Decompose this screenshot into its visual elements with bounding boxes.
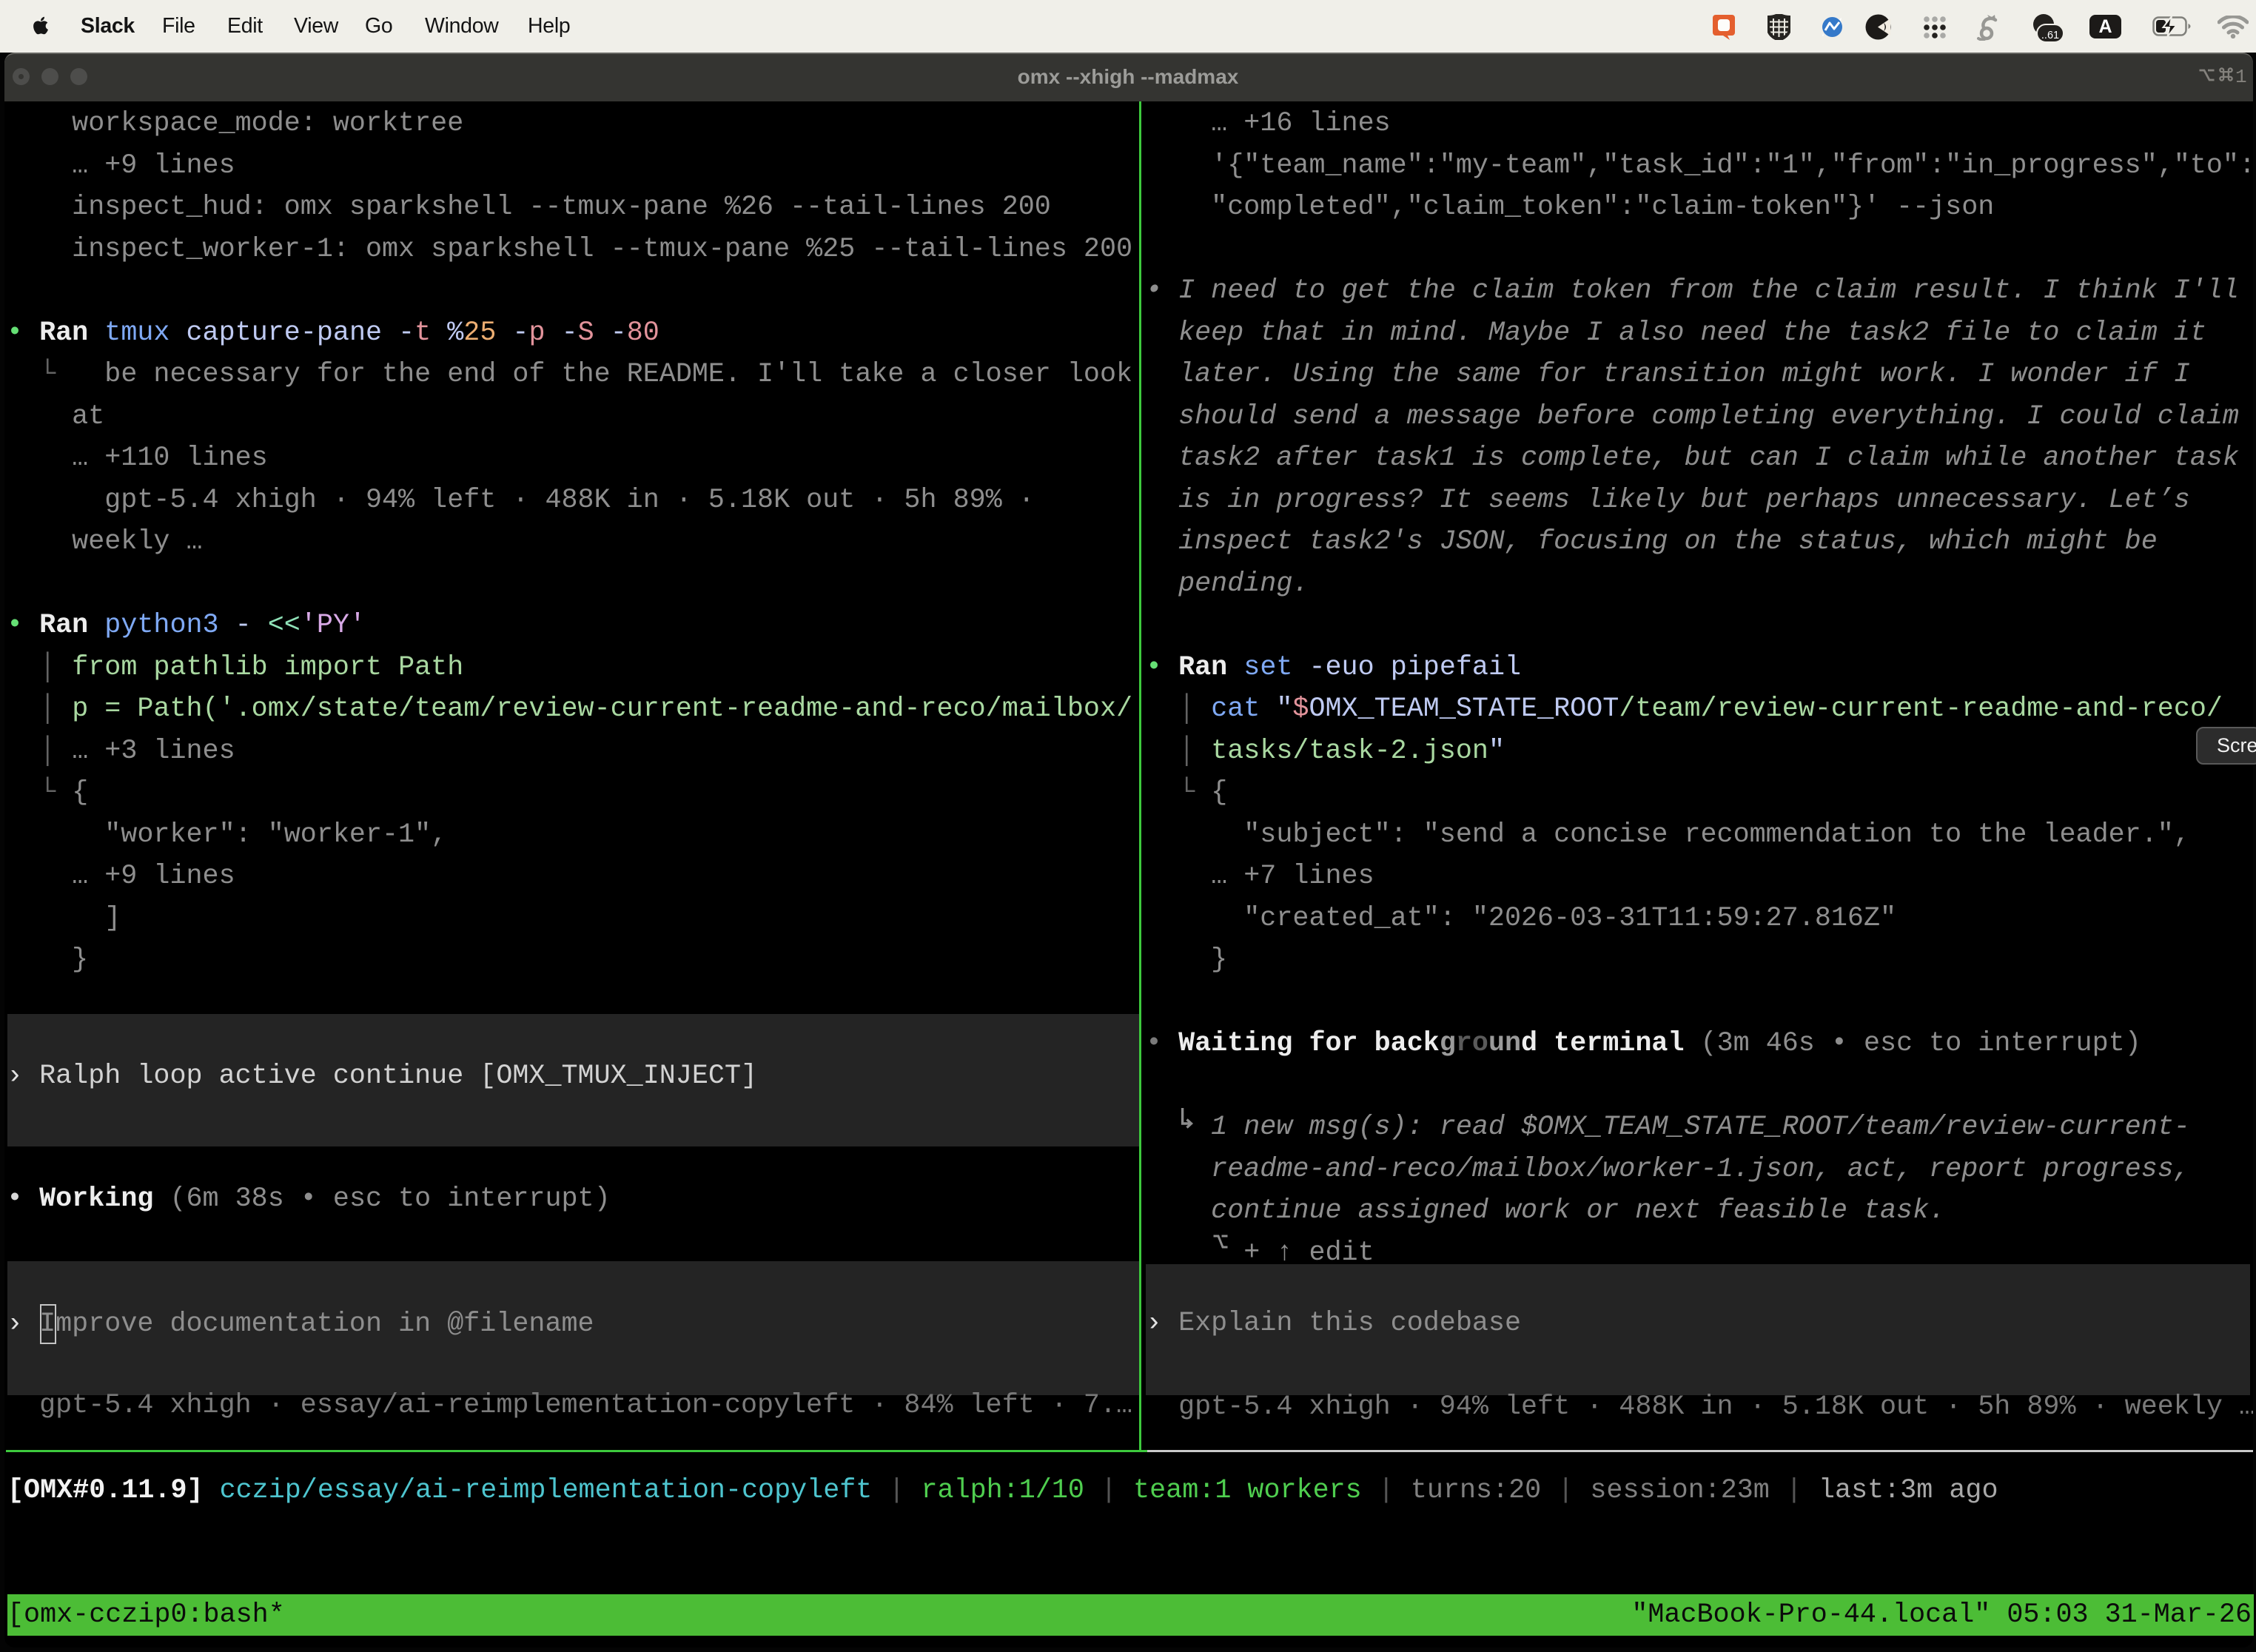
svg-text:..61: ..61 [2041, 30, 2059, 41]
